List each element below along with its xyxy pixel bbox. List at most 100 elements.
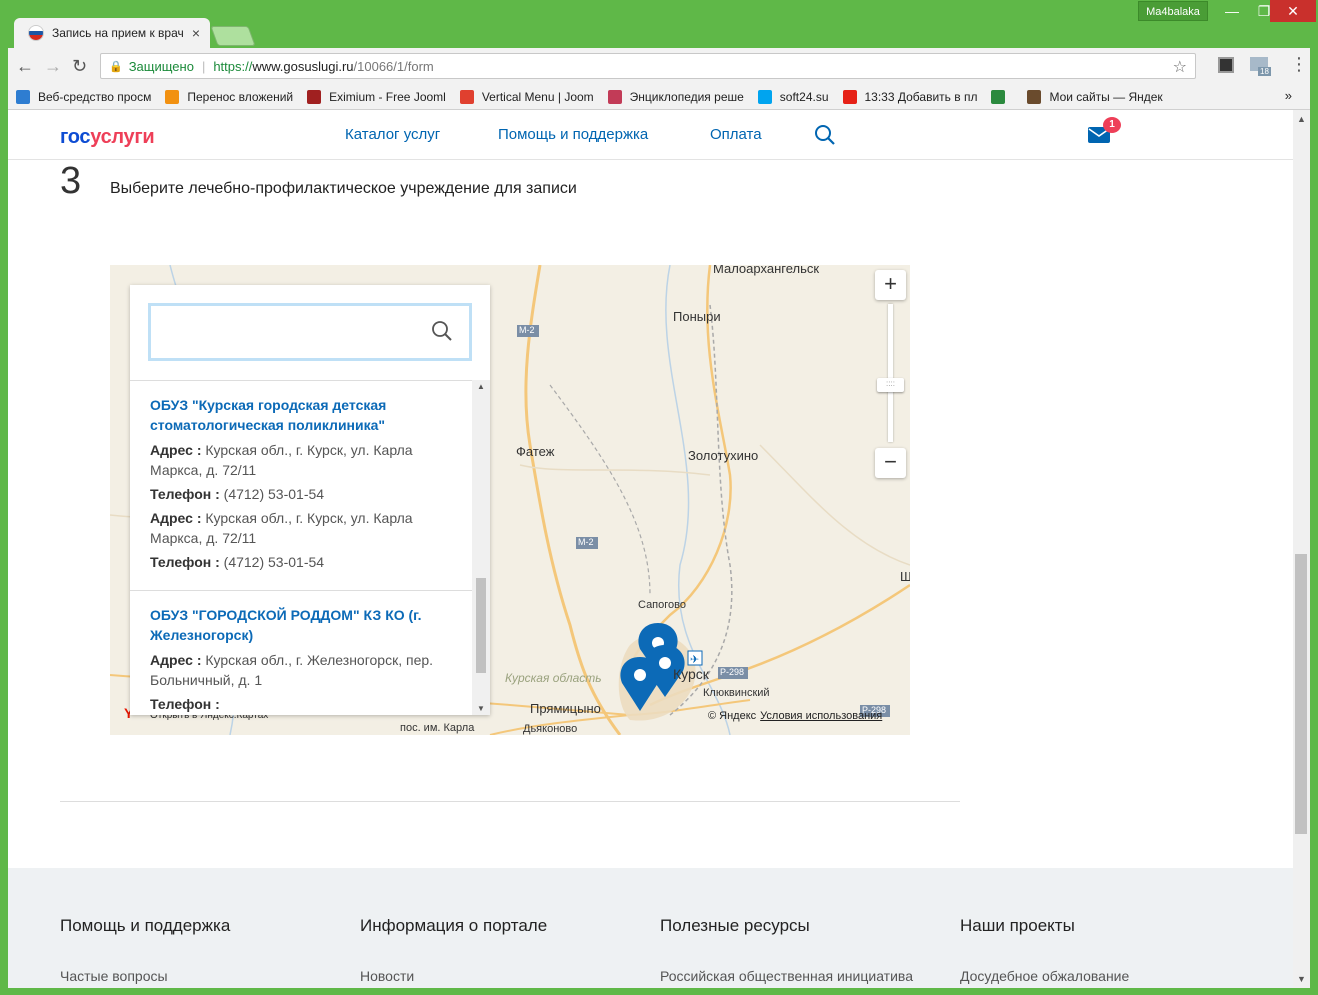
bookmark-label: 13:33 Добавить в пл	[864, 89, 978, 104]
map-label-city: пос. им. Карла	[400, 722, 475, 734]
bookmark-label: Eximium - Free Jooml	[329, 89, 446, 104]
russia-flag-icon	[28, 25, 44, 41]
back-arrow-icon[interactable]: ←	[16, 56, 34, 77]
bookmark-favicon-icon	[1027, 89, 1042, 104]
bookmark-item[interactable]: soft24.su	[757, 89, 829, 104]
clinic-list: ОБУЗ "Курская городская детская стоматол…	[130, 380, 472, 715]
phone-label: Телефон :	[150, 486, 220, 502]
nav-catalog[interactable]: Каталог услуг	[345, 126, 440, 143]
bookmark-favicon-icon	[459, 89, 474, 104]
nav-help[interactable]: Помощь и поддержка	[498, 126, 648, 143]
page-scrollbar[interactable]: ▲ ▼	[1293, 110, 1310, 988]
scrollbar-thumb[interactable]	[1295, 554, 1307, 834]
zoom-out-button[interactable]: −	[875, 448, 906, 478]
menu-dots-icon[interactable]: ⋮	[1290, 54, 1308, 75]
omnibox-separator: |	[201, 58, 206, 74]
address-label: Адрес :	[150, 510, 202, 526]
nav-payment[interactable]: Оплата	[710, 126, 762, 143]
close-window-button[interactable]: ✕	[1270, 0, 1316, 22]
clinic-address: Адрес : Курская обл., г. Курск, ул. Карл…	[150, 440, 452, 480]
browser-toolbar: ← → ↻ 🔒 Защищено | https://www.gosuslugi…	[8, 48, 1310, 84]
page-viewport: госуслуги Каталог услуг Помощь и поддерж…	[8, 110, 1293, 988]
bookmark-favicon-icon	[165, 89, 180, 104]
mail-count-badge: 1	[1103, 117, 1121, 133]
extension-icon[interactable]	[1218, 57, 1234, 73]
clinic-phone: Телефон :	[150, 694, 452, 714]
window-border	[0, 48, 8, 995]
clinic-list-item[interactable]: ОБУЗ "ГОРОДСКОЙ РОДДОМ" КЗ КО (г. Железн…	[130, 591, 472, 715]
terms-link[interactable]: Условия использования	[760, 710, 882, 722]
map-label-city: Фатеж	[516, 444, 555, 459]
bookmarks-bar: Веб-средство просм Перенос вложений Eximiu…	[8, 84, 1310, 110]
yandex-map[interactable]: ✈ М-2 М-2 Р-298 Р-298 Малоархангельск По…	[110, 265, 910, 735]
scroll-up-icon[interactable]: ▲	[477, 382, 485, 391]
clinic-name-link[interactable]: ОБУЗ "ГОРОДСКОЙ РОДДОМ" КЗ КО (г. Железн…	[150, 605, 452, 645]
bookmark-item[interactable]: Веб-средство просм	[16, 89, 152, 104]
clinic-search-box	[148, 303, 472, 361]
scrollbar-thumb[interactable]	[476, 578, 486, 673]
bookmark-label: Веб-средство просм	[38, 89, 152, 104]
svg-text:✈: ✈	[690, 653, 699, 666]
map-label-city: Поныри	[673, 309, 721, 324]
scroll-up-icon[interactable]: ▲	[1297, 114, 1306, 124]
bookmark-favicon-icon	[607, 89, 622, 104]
bookmark-label: Энциклопедия реше	[629, 89, 744, 104]
bookmark-item[interactable]: Энциклопедия реше	[607, 89, 744, 104]
footer-link[interactable]: Новости	[360, 968, 547, 984]
clinic-phone: Телефон : (4712) 53-01-54	[150, 552, 452, 572]
phone-label: Телефон :	[150, 696, 220, 712]
address-label: Адрес :	[150, 442, 202, 458]
clinic-list-item[interactable]: ОБУЗ "Курская городская детская стоматол…	[130, 381, 472, 591]
tab-close-icon[interactable]: ×	[192, 25, 200, 41]
bookmark-label: Мои сайты — Яндек	[1049, 89, 1163, 104]
address-label: Адрес :	[150, 652, 202, 668]
zoom-control: + :::: −	[875, 270, 906, 478]
bookmark-item[interactable]: Перенос вложений	[165, 89, 293, 104]
bookmark-item[interactable]	[991, 89, 1013, 104]
bookmark-star-icon[interactable]: ☆	[1173, 57, 1187, 77]
bookmark-label: Vertical Menu | Joom	[481, 89, 594, 104]
clinic-address: Адрес : Курская обл., г. Курск, ул. Карл…	[150, 508, 452, 548]
gosuslugi-logo[interactable]: госуслуги	[60, 126, 155, 149]
footer-link[interactable]: Российская общественная инициатива	[660, 968, 913, 984]
new-tab-button[interactable]	[210, 26, 256, 46]
bookmark-item[interactable]: Eximium - Free Jooml	[307, 89, 446, 104]
profile-badge[interactable]: Ma4balaka	[1138, 1, 1208, 21]
search-icon[interactable]	[431, 320, 453, 342]
zoom-slider-handle[interactable]: ::::	[877, 378, 904, 392]
footer-heading: Полезные ресурсы	[660, 916, 810, 935]
window-titlebar: Запись на прием к врач × Ma4balaka — ❐ ✕	[0, 0, 1318, 48]
url-host: www.gosuslugi.ru	[252, 58, 354, 74]
zoom-slider-track[interactable]	[888, 304, 893, 442]
footer-link[interactable]: Частые вопросы	[60, 968, 230, 984]
zoom-in-button[interactable]: +	[875, 270, 906, 300]
bookmarks-more-icon[interactable]: »	[1285, 88, 1292, 103]
scroll-down-icon[interactable]: ▼	[1297, 974, 1306, 984]
bookmark-item[interactable]: Мои сайты — Яндек	[1027, 89, 1163, 104]
bookmark-item[interactable]: Vertical Menu | Joom	[459, 89, 594, 104]
map-label-city: Курск	[673, 666, 709, 682]
forward-arrow-icon[interactable]: →	[44, 56, 62, 77]
logo-part-1: гос	[60, 126, 91, 148]
bookmark-label: soft24.su	[779, 89, 829, 104]
secure-label: Защищено	[128, 58, 194, 74]
site-footer: Помощь и поддержка Частые вопросы Информ…	[8, 868, 1293, 988]
copyright-text: © Яндекс	[708, 710, 757, 722]
bookmark-item[interactable]: 13:33 Добавить в пл	[842, 89, 978, 104]
map-label-city: Щ	[900, 569, 910, 584]
phone-label: Телефон :	[150, 554, 220, 570]
reload-icon[interactable]: ↻	[72, 56, 87, 77]
address-bar[interactable]: 🔒 Защищено | https://www.gosuslugi.ru/10…	[100, 53, 1196, 79]
clinic-list-scrollbar[interactable]: ▲ ▼	[472, 380, 490, 715]
clinic-search-input[interactable]	[157, 312, 427, 350]
footer-heading: Наши проекты	[960, 916, 1075, 935]
footer-column: Полезные ресурсы Российская общественная…	[660, 916, 913, 984]
clinic-name-link[interactable]: ОБУЗ "Курская городская детская стоматол…	[150, 395, 452, 435]
footer-heading: Информация о портале	[360, 916, 548, 935]
scroll-down-icon[interactable]: ▼	[477, 704, 485, 713]
map-label-city: Малоархангельск	[713, 265, 820, 276]
map-label-region: Курская область	[505, 671, 602, 685]
search-icon[interactable]	[814, 124, 836, 146]
browser-tab[interactable]: Запись на прием к врач ×	[14, 18, 210, 48]
footer-link[interactable]: Досудебное обжалование	[960, 968, 1129, 984]
